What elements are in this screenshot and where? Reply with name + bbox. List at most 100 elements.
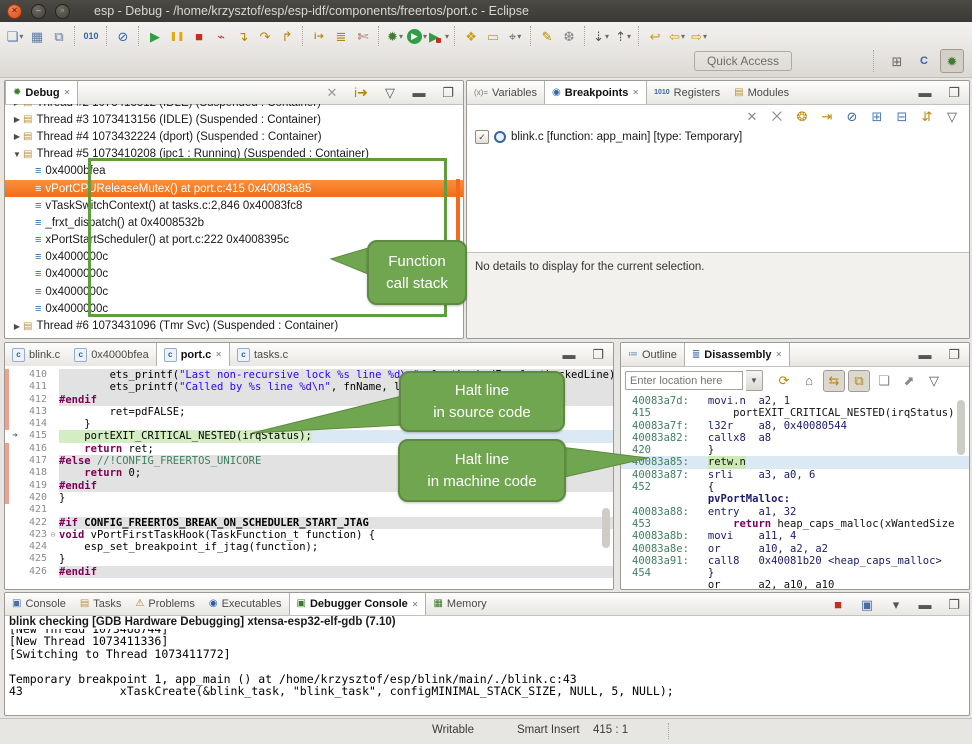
step-into-button[interactable]: ↴ <box>232 25 254 47</box>
disassembly-line[interactable]: 40083a82: callx8 a8 <box>621 432 969 444</box>
new-wizard-button[interactable]: ❏▾ <box>4 25 26 47</box>
cpp-perspective-button[interactable]: C <box>913 50 935 72</box>
console-menu-button[interactable]: ▾ <box>885 594 907 616</box>
chevron-down-icon[interactable]: ▾ <box>445 32 449 41</box>
code-line-413[interactable]: 413 ret=pdFALSE; <box>5 406 613 418</box>
terminate-button[interactable]: ■ <box>827 594 849 616</box>
step-return-button[interactable]: ↱ <box>276 25 298 47</box>
code-line-420[interactable]: 420} <box>5 492 613 504</box>
binary-display-button[interactable]: 010 <box>80 25 102 47</box>
maximize-button[interactable]: ❐ <box>943 82 965 104</box>
tab-outline[interactable]: ≔ Outline <box>621 343 684 366</box>
disconnect-button[interactable]: ⌁ <box>210 25 232 47</box>
group-by-button[interactable]: ⇵ <box>916 106 938 128</box>
maximize-button[interactable]: ❐ <box>587 344 609 366</box>
console-output[interactable]: [New Thread 1073468744][New Thread 10734… <box>5 629 969 715</box>
debug-button[interactable]: ✹▾ <box>384 25 406 47</box>
skip-all-breakpoints-button[interactable]: ⊘ <box>112 25 134 47</box>
maximize-button[interactable]: ❐ <box>943 594 965 616</box>
code-line-416[interactable]: 416 return ret; <box>5 443 613 455</box>
tab-variables[interactable]: (x)= Variables <box>467 81 544 104</box>
minimize-button[interactable]: ▬ <box>558 344 580 366</box>
save-all-button[interactable]: ⧉ <box>48 25 70 47</box>
previous-annotation-button[interactable]: ⇡▾ <box>612 25 634 47</box>
disassembly-line[interactable]: 452 { <box>621 481 969 493</box>
open-element-button[interactable]: ❖ <box>460 25 482 47</box>
code-line-425[interactable]: 425} <box>5 553 613 565</box>
forward-button[interactable]: ⇨▾ <box>688 25 710 47</box>
tab-tasks-c[interactable]: c tasks.c <box>230 343 295 366</box>
sync-with-stack-button[interactable]: ⇆ <box>823 370 845 392</box>
follow-pc-button[interactable]: ⧉ <box>848 370 870 392</box>
chevron-collapsed-icon[interactable]: ▶ <box>11 132 23 141</box>
thread-row[interactable]: ▶▤Thread #6 1073431096 (Tmr Svc) (Suspen… <box>5 317 463 334</box>
disassembly-line[interactable]: 40083a88: entry a1, 32 <box>621 506 969 518</box>
code-line-419[interactable]: 419#endif <box>5 480 613 492</box>
disassembly-line[interactable]: or a2, a10, a10 <box>621 579 969 589</box>
stack-frame-row[interactable]: ≡_frxt_dispatch() at 0x4008532b <box>5 214 463 231</box>
tab-debug[interactable]: ✹ Debug ✕ <box>5 81 78 104</box>
disassembly-line[interactable]: 40083a91: call8 0x40081b20 <heap_caps_ma… <box>621 555 969 567</box>
maximize-button[interactable]: ▫ <box>55 4 70 19</box>
code-line-417[interactable]: 417#else //!CONFIG_FREERTOS_UNICORE <box>5 455 613 467</box>
source-code-area[interactable]: 410 ets_printf("Last non-recursive lock … <box>5 366 613 589</box>
code-line-424[interactable]: 424 esp_set_breakpoint_if_jtag(function)… <box>5 541 613 553</box>
home-button[interactable]: ⌂ <box>798 370 820 392</box>
close-icon[interactable]: ✕ <box>776 350 783 359</box>
tab-blink-c[interactable]: c blink.c <box>5 343 67 366</box>
code-line-415[interactable]: ➜415 portEXIT_CRITICAL_NESTED(irqStatus)… <box>5 430 613 442</box>
thread-row[interactable]: ▶▤Thread #4 1073432224 (dport) (Suspende… <box>5 128 463 145</box>
tab-debugger-console[interactable]: ▣ Debugger Console ✕ <box>289 593 427 615</box>
disassembly-line[interactable]: 415 portEXIT_CRITICAL_NESTED(irqStatus) <box>621 407 969 419</box>
disassembly-scrollbar[interactable] <box>957 400 965 455</box>
instruction-stepping-mode-button[interactable]: i➜ <box>350 82 372 104</box>
disassembly-line[interactable]: 40083a7d: movi.n a2, 1 <box>621 395 969 407</box>
thread-row[interactable]: ▶▤Thread #2 1073413312 (IDLE) (Suspended… <box>5 104 463 111</box>
close-button[interactable]: ✕ <box>7 4 22 19</box>
disassembly-line[interactable]: 40083a87: srli a3, a0, 6 <box>621 469 969 481</box>
mark-occurrences-button[interactable]: ✎ <box>536 25 558 47</box>
remove-all-breakpoints-button[interactable]: ⨉ <box>766 106 788 128</box>
chevron-collapsed-icon[interactable]: ▶ <box>11 104 23 107</box>
new-view-button[interactable]: ❏ <box>873 370 895 392</box>
terminate-button[interactable]: ■ <box>188 25 210 47</box>
remove-all-terminated-button[interactable]: ✕ <box>321 82 343 104</box>
code-line-412[interactable]: 412#endif <box>5 394 613 406</box>
restart-button[interactable]: ≣ <box>330 25 352 47</box>
save-button[interactable]: ▦ <box>26 25 48 47</box>
disassembly-line[interactable]: 40083a8e: or a10, a2, a2 <box>621 543 969 555</box>
suspend-button[interactable]: ❚❚ <box>166 25 188 47</box>
close-icon[interactable]: ✕ <box>632 88 639 97</box>
minimize-button[interactable]: ▬ <box>914 344 936 366</box>
tab-modules[interactable]: ▤ Modules <box>727 81 796 104</box>
open-perspective-button[interactable]: ⊞ <box>886 50 908 72</box>
open-new-view-button[interactable]: ⬈ <box>898 370 920 392</box>
back-button[interactable]: ⇦▾ <box>666 25 688 47</box>
minimize-button[interactable]: ▬ <box>914 82 936 104</box>
disassembly-line[interactable]: 453 return heap_caps_malloc(xWantedSize <box>621 518 969 530</box>
remove-breakpoint-button[interactable]: ✕ <box>741 106 763 128</box>
disassembly-line[interactable]: 40083a8b: movi a11, 4 <box>621 530 969 542</box>
expand-all-button[interactable]: ⊞ <box>866 106 888 128</box>
reset-target-button[interactable]: ✄ <box>352 25 374 47</box>
tab-tasks[interactable]: ▤ Tasks <box>73 593 129 615</box>
stack-frame-row[interactable]: ≡0x4000000c <box>5 283 463 300</box>
next-annotation-button[interactable]: ⇣▾ <box>590 25 612 47</box>
disassembly-line[interactable]: ⇨40083a85: retw.n <box>621 456 969 468</box>
close-icon[interactable]: ✕ <box>215 350 222 359</box>
disassembly-location-input[interactable] <box>625 371 743 390</box>
breakpoint-item[interactable]: ✓ blink.c [function: app_main] [type: Te… <box>467 128 969 146</box>
code-line-410[interactable]: 410 ets_printf("Last non-recursive lock … <box>5 369 613 381</box>
external-tools-button[interactable]: ▶▾ <box>428 25 450 47</box>
annotations-button[interactable]: ❆ <box>558 25 580 47</box>
view-menu-button[interactable]: ▽ <box>923 370 945 392</box>
disassembly-rows[interactable]: 40083a7d: movi.n a2, 1415 portEXIT_CRITI… <box>621 393 969 589</box>
thread-row[interactable]: ▼▤Thread #5 1073410208 (ipc1 : Running) … <box>5 146 463 163</box>
skip-all-breakpoints-button[interactable]: ⊘ <box>841 106 863 128</box>
tab-disassembly[interactable]: ≣ Disassembly ✕ <box>684 343 790 366</box>
code-line-421[interactable]: 421 <box>5 504 613 516</box>
view-menu-button[interactable]: ▽ <box>941 106 963 128</box>
thread-row[interactable]: ▶▤Thread #3 1073413156 (IDLE) (Suspended… <box>5 111 463 128</box>
stack-frame-row[interactable]: ≡vTaskSwitchContext() at tasks.c:2,846 0… <box>5 197 463 214</box>
breakpoint-checkbox[interactable]: ✓ <box>475 130 489 144</box>
